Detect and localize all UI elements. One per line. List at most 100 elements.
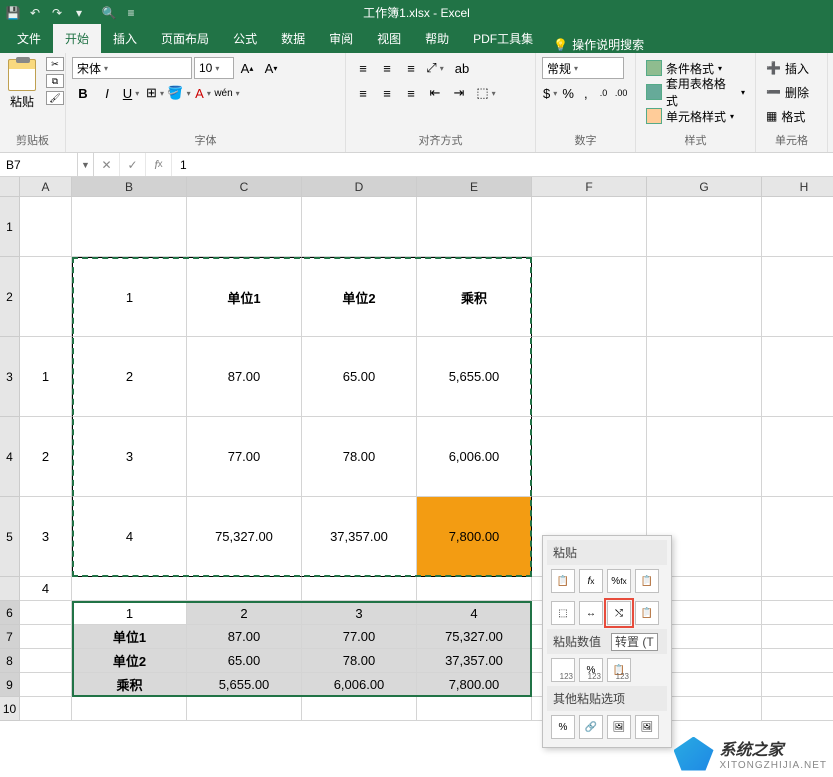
cell-value[interactable]: 1: [72, 257, 187, 337]
tab-insert[interactable]: 插入: [101, 24, 149, 53]
cell[interactable]: [20, 625, 72, 649]
align-bottom-icon[interactable]: ≡: [400, 57, 422, 79]
cell-styles-button[interactable]: 单元格样式▾: [642, 105, 749, 127]
column-header-D[interactable]: D: [302, 177, 417, 197]
wrap-text-icon[interactable]: ab: [448, 57, 476, 79]
paste-merge-cond-icon[interactable]: 📋: [635, 601, 659, 625]
row-header-2[interactable]: 2: [0, 257, 20, 337]
cell[interactable]: [72, 577, 187, 601]
paste-keep-source-icon[interactable]: 📋: [635, 569, 659, 593]
cell[interactable]: [762, 625, 833, 649]
cell[interactable]: [20, 649, 72, 673]
increase-indent-icon[interactable]: ⇥: [448, 82, 470, 104]
cell-value[interactable]: 7,800.00: [417, 673, 532, 697]
column-header-H[interactable]: H: [762, 177, 833, 197]
cell-value[interactable]: 4: [72, 497, 187, 577]
tab-home[interactable]: 开始: [53, 24, 101, 53]
tab-pdf-tools[interactable]: PDF工具集: [461, 24, 545, 53]
cell-value[interactable]: 75,327.00: [187, 497, 302, 577]
cell-value[interactable]: 3: [72, 417, 187, 497]
formula-input[interactable]: 1: [172, 153, 833, 176]
cell-value[interactable]: 单位2: [72, 649, 187, 673]
cell[interactable]: [417, 697, 532, 721]
cell-value[interactable]: 单位1: [72, 625, 187, 649]
cell-value[interactable]: 7,800.00: [417, 497, 532, 577]
paste-transpose-icon[interactable]: ⤭: [607, 601, 631, 625]
cell[interactable]: [762, 649, 833, 673]
column-header-G[interactable]: G: [647, 177, 762, 197]
italic-button[interactable]: I: [96, 82, 118, 104]
cut-icon[interactable]: ✂: [46, 57, 64, 71]
borders-button[interactable]: ⊞: [144, 82, 166, 104]
align-left-icon[interactable]: ≡: [352, 82, 374, 104]
cell-value[interactable]: 4: [20, 577, 72, 601]
cell-value[interactable]: 单位1: [187, 257, 302, 337]
tab-page-layout[interactable]: 页面布局: [149, 24, 221, 53]
cell[interactable]: [20, 601, 72, 625]
bold-button[interactable]: B: [72, 82, 94, 104]
tab-file[interactable]: 文件: [5, 24, 53, 53]
paste-link-icon[interactable]: 🔗: [579, 715, 603, 739]
column-header-C[interactable]: C: [187, 177, 302, 197]
column-header-B[interactable]: B: [72, 177, 187, 197]
qat-chevron-down-icon[interactable]: ▾: [72, 6, 86, 20]
cell[interactable]: [417, 197, 532, 257]
tab-help[interactable]: 帮助: [413, 24, 461, 53]
merge-button[interactable]: ⬚: [472, 82, 500, 104]
cell[interactable]: [762, 673, 833, 697]
cell-value[interactable]: 37,357.00: [417, 649, 532, 673]
cell[interactable]: [647, 417, 762, 497]
cell[interactable]: [20, 197, 72, 257]
increase-font-icon[interactable]: A▴: [236, 57, 258, 79]
tell-me-search[interactable]: 💡 操作说明搜索: [553, 36, 644, 53]
cell-value[interactable]: 75,327.00: [417, 625, 532, 649]
row-header-8[interactable]: 8: [0, 649, 20, 673]
cell[interactable]: [20, 257, 72, 337]
number-format-dropdown[interactable]: 常规: [542, 57, 624, 79]
cell[interactable]: [762, 577, 833, 601]
column-header-A[interactable]: A: [20, 177, 72, 197]
cell-value[interactable]: 78.00: [302, 417, 417, 497]
tab-data[interactable]: 数据: [269, 24, 317, 53]
cell[interactable]: [647, 337, 762, 417]
copy-icon[interactable]: ⧉: [46, 74, 64, 88]
cell[interactable]: [302, 577, 417, 601]
accounting-format-icon[interactable]: $: [542, 82, 558, 104]
save-icon[interactable]: 💾: [6, 6, 20, 20]
cell-value[interactable]: 65.00: [302, 337, 417, 417]
enter-formula-icon[interactable]: ✓: [120, 153, 146, 176]
select-all-corner[interactable]: [0, 177, 20, 197]
font-color-button[interactable]: A: [192, 82, 214, 104]
orientation-icon[interactable]: ⤢: [424, 57, 446, 79]
cell[interactable]: [187, 697, 302, 721]
tab-formulas[interactable]: 公式: [221, 24, 269, 53]
fx-icon[interactable]: fx: [146, 153, 172, 176]
cell[interactable]: [762, 697, 833, 721]
row-header-5[interactable]: 5: [0, 497, 20, 577]
cell-value[interactable]: 6,006.00: [302, 673, 417, 697]
paste-button[interactable]: 粘贴: [6, 57, 38, 112]
decrease-decimal-icon[interactable]: .00: [613, 82, 629, 104]
cell-value[interactable]: 3: [302, 601, 417, 625]
column-header-F[interactable]: F: [532, 177, 647, 197]
decrease-indent-icon[interactable]: ⇤: [424, 82, 446, 104]
cell[interactable]: [72, 197, 187, 257]
cell[interactable]: [647, 197, 762, 257]
cell[interactable]: [762, 337, 833, 417]
name-box-dropdown-icon[interactable]: ▼: [78, 153, 94, 176]
comma-format-icon[interactable]: ,: [578, 82, 594, 104]
align-middle-icon[interactable]: ≡: [376, 57, 398, 79]
align-top-icon[interactable]: ≡: [352, 57, 374, 79]
cell-value[interactable]: 2: [187, 601, 302, 625]
cell-value[interactable]: 4: [417, 601, 532, 625]
cell-value[interactable]: 单位2: [302, 257, 417, 337]
cell-value[interactable]: 1: [20, 337, 72, 417]
row-header-9[interactable]: 9: [0, 673, 20, 697]
cell-value[interactable]: 65.00: [187, 649, 302, 673]
cell-value[interactable]: 77.00: [302, 625, 417, 649]
fill-color-button[interactable]: 🪣: [168, 82, 190, 104]
tab-review[interactable]: 审阅: [317, 24, 365, 53]
cell-value[interactable]: 87.00: [187, 625, 302, 649]
delete-cells-button[interactable]: ➖删除: [762, 81, 821, 103]
cell-value[interactable]: 2: [20, 417, 72, 497]
